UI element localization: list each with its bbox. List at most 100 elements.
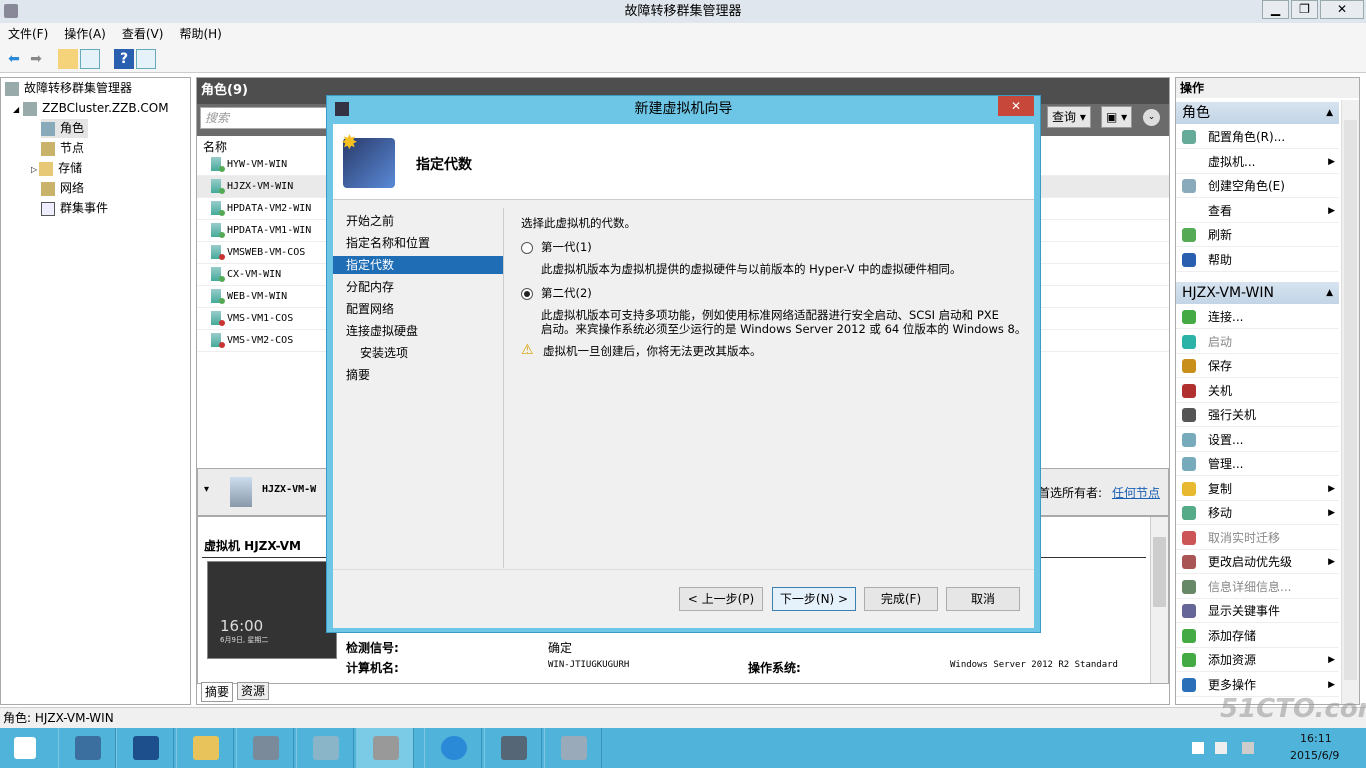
taskbar-ie[interactable]	[424, 728, 482, 768]
action-item[interactable]: 取消实时迁移	[1176, 526, 1339, 550]
action-item[interactable]: 显示关键事件	[1176, 599, 1339, 623]
minimize-button[interactable]: ▁	[1262, 0, 1289, 19]
start-button[interactable]	[0, 728, 58, 768]
vm-thumbnail[interactable]: 16:00 6月9日, 星期二	[207, 561, 337, 659]
action-item[interactable]: 移动 ▶	[1176, 501, 1339, 525]
collapse-icon[interactable]: ▲	[1326, 282, 1333, 304]
taskbar-remote[interactable]	[544, 728, 602, 768]
forward-icon[interactable]: ➡	[26, 49, 46, 69]
taskbar-app[interactable]	[296, 728, 354, 768]
action-label: 复制	[1208, 481, 1233, 496]
up-folder-icon[interactable]	[58, 49, 78, 69]
query-button[interactable]: 查询 ▾	[1047, 106, 1091, 128]
show-hide-tree-icon[interactable]	[80, 49, 100, 69]
action-item[interactable]: 更改启动优先级 ▶	[1176, 550, 1339, 574]
actions-scrollbar[interactable]	[1341, 100, 1359, 704]
taskbar-vm-connect[interactable]	[484, 728, 542, 768]
cluster-icon	[23, 101, 38, 116]
taskbar-explorer[interactable]	[176, 728, 234, 768]
menu-file[interactable]: 文件(F)	[0, 23, 56, 45]
radio-button[interactable]	[521, 287, 533, 300]
next-button[interactable]: 下一步(N) >	[772, 587, 856, 611]
action-label: 查看	[1208, 203, 1233, 218]
action-item[interactable]: 更多操作 ▶	[1176, 673, 1339, 697]
tree-item-cluster-events[interactable]: 群集事件	[41, 199, 108, 218]
tree-cluster[interactable]: ◢ ZZBCluster.ZZB.COM	[13, 99, 169, 118]
action-icon	[1182, 506, 1196, 520]
expand-arrow-icon[interactable]: ▷	[31, 165, 37, 174]
menu-view[interactable]: 查看(V)	[114, 23, 172, 45]
radio-generation-1[interactable]: 第一代(1)	[521, 240, 592, 254]
action-item[interactable]: 设置...	[1176, 428, 1339, 452]
action-item[interactable]: 添加存储	[1176, 624, 1339, 648]
wizard-step[interactable]: 摘要	[333, 366, 503, 384]
close-button[interactable]: ✕	[1320, 0, 1364, 19]
show-hide-action-pane-icon[interactable]	[136, 49, 156, 69]
action-icon	[1182, 604, 1196, 618]
wizard-step[interactable]: 分配内存	[333, 278, 503, 296]
tab-resources[interactable]: 资源	[237, 682, 270, 700]
action-item[interactable]: 虚拟机... ▶	[1176, 150, 1339, 174]
role-name: HPDATA-VM1-WIN	[227, 225, 312, 236]
wizard-step[interactable]: 指定代数	[333, 256, 503, 274]
back-icon[interactable]: ⬅	[4, 49, 24, 69]
previous-button[interactable]: < 上一步(P)	[679, 587, 763, 611]
wizard-step[interactable]: 配置网络	[333, 300, 503, 318]
tree-item-nodes[interactable]: 节点	[41, 139, 84, 158]
expand-chevron-icon[interactable]: ⌄	[1143, 109, 1160, 126]
scrollbar-thumb[interactable]	[1344, 120, 1357, 680]
action-item[interactable]: 强行关机	[1176, 403, 1339, 427]
os-value: Windows Server 2012 R2 Standard	[950, 660, 1118, 670]
menu-help[interactable]: 帮助(H)	[171, 23, 229, 45]
action-item[interactable]: 添加资源 ▶	[1176, 648, 1339, 672]
tree-root[interactable]: 故障转移群集管理器	[5, 79, 132, 98]
tree-item-networks[interactable]: 网络	[41, 179, 84, 198]
action-item[interactable]: 信息详细信息...	[1176, 575, 1339, 599]
restore-button[interactable]: ❐	[1291, 0, 1318, 19]
tree-item-roles[interactable]: 角色	[41, 119, 89, 138]
tree-item-storage[interactable]: ▷ 存储	[31, 159, 82, 178]
radio-button[interactable]	[521, 241, 533, 254]
collapse-icon[interactable]: ▲	[1326, 102, 1333, 124]
wizard-step[interactable]: 连接虚拟硬盘	[333, 322, 503, 340]
clock-time[interactable]: 16:11	[1300, 732, 1332, 745]
preferred-owner-link[interactable]: 任何节点	[1112, 484, 1160, 501]
cancel-button[interactable]: 取消	[946, 587, 1020, 611]
taskbar-powershell[interactable]	[116, 728, 174, 768]
network-warning-icon[interactable]	[1215, 742, 1227, 754]
wizard-step[interactable]: 开始之前	[333, 212, 503, 230]
taskbar-hyperv[interactable]	[236, 728, 294, 768]
action-item[interactable]: 查看 ▶	[1176, 199, 1339, 223]
scrollbar-thumb[interactable]	[1153, 537, 1166, 607]
dialog-close-button[interactable]: ✕	[998, 96, 1034, 116]
window-title: 故障转移群集管理器	[624, 4, 742, 19]
expand-arrow-icon[interactable]: ◢	[13, 105, 19, 114]
menu-action[interactable]: 操作(A)	[56, 23, 114, 45]
wizard-step[interactable]: 安装选项	[333, 344, 503, 362]
tab-summary[interactable]: 摘要	[201, 682, 234, 702]
action-item[interactable]: 创建空角色(E)	[1176, 174, 1339, 198]
taskbar-server-manager[interactable]	[58, 728, 116, 768]
action-item[interactable]: 帮助	[1176, 248, 1339, 272]
help-icon[interactable]: ?	[114, 49, 134, 69]
taskbar-failover-cluster[interactable]	[356, 728, 414, 768]
wizard-step[interactable]: 指定名称和位置	[333, 234, 503, 252]
save-query-button[interactable]: ▣ ▾	[1101, 106, 1133, 128]
radio-generation-2[interactable]: 第二代(2)	[521, 286, 592, 300]
detail-scrollbar[interactable]	[1150, 517, 1168, 683]
action-item[interactable]: 连接...	[1176, 305, 1339, 329]
action-item[interactable]: 关机	[1176, 379, 1339, 403]
actions-group-vm[interactable]: HJZX-VM-WIN ▲	[1176, 282, 1339, 304]
action-item[interactable]: 配置角色(R)...	[1176, 125, 1339, 149]
collapse-chevron-icon[interactable]: ▾	[204, 484, 209, 495]
volume-muted-icon[interactable]	[1242, 742, 1254, 754]
action-item[interactable]: 管理...	[1176, 452, 1339, 476]
clock-date[interactable]: 2015/6/9	[1290, 749, 1339, 762]
action-item[interactable]: 保存	[1176, 354, 1339, 378]
finish-button[interactable]: 完成(F)	[864, 587, 938, 611]
action-item[interactable]: 刷新	[1176, 223, 1339, 247]
action-center-flag-icon[interactable]	[1192, 742, 1204, 754]
actions-group-roles[interactable]: 角色 ▲	[1176, 102, 1339, 124]
action-item[interactable]: 启动	[1176, 330, 1339, 354]
action-item[interactable]: 复制 ▶	[1176, 477, 1339, 501]
